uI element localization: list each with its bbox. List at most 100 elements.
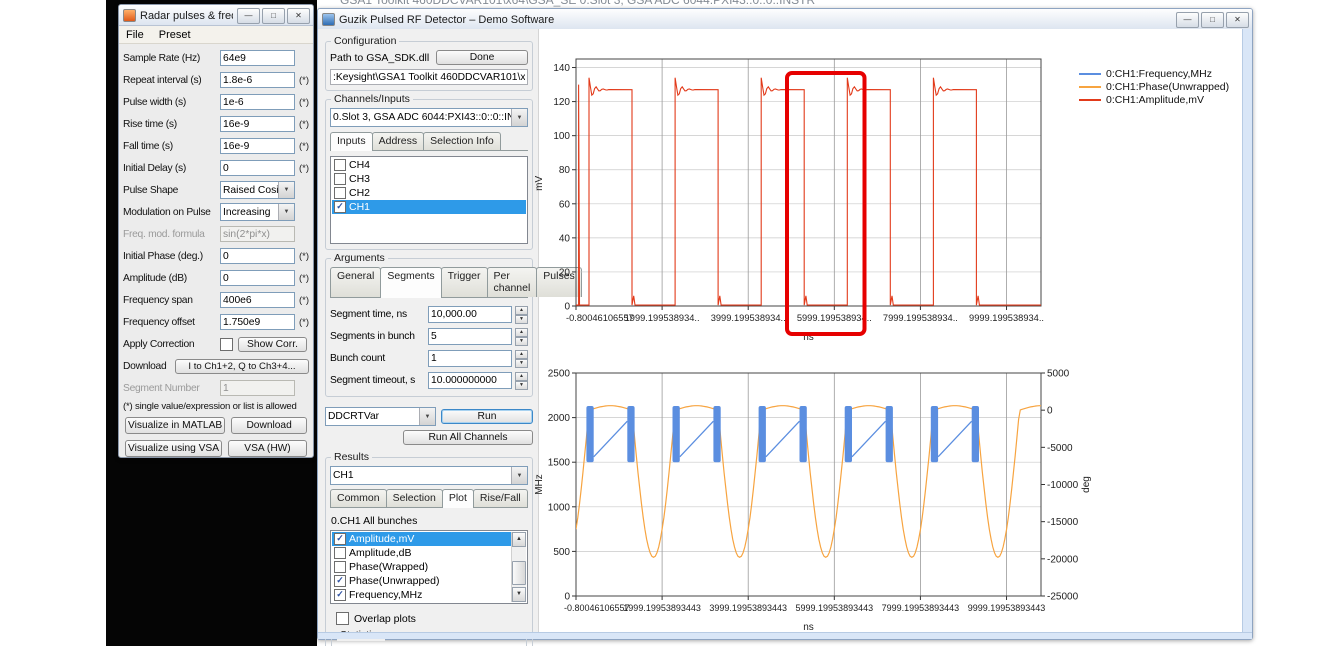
function-dropdown[interactable]: DDCRTVar ▼ [325,407,436,426]
amplitude-db-input[interactable] [220,270,295,286]
maximize-button[interactable]: □ [262,8,285,24]
plot-item-label: Phase(Wrapped) [349,561,428,573]
channel-item-ch4[interactable]: CH4 [332,158,526,172]
guzik-app-icon [322,13,335,26]
segment-number-input[interactable] [220,380,295,396]
close-icon[interactable]: ✕ [1226,12,1249,28]
channels-tab-inputs[interactable]: Inputs [330,132,373,151]
svg-text:40: 40 [559,233,571,244]
channel-item-ch2[interactable]: CH2 [332,186,526,200]
channel-checkbox-ch3[interactable] [334,173,346,185]
close-icon[interactable]: ✕ [287,8,310,24]
segment-number-row: Segment Number [119,377,313,399]
frequency-span-input[interactable] [220,292,295,308]
i-to-ch1-2-q-to-ch3-4-button[interactable]: I to Ch1+2, Q to Ch3+4... [175,359,309,374]
visualize-using-vsa-button[interactable]: Visualize using VSA [125,440,222,457]
channel-checkbox-ch1[interactable]: ✓ [334,201,346,213]
svg-text:ns: ns [803,622,814,633]
plot-checkbox-amplitude-mv[interactable]: ✓ [334,533,346,545]
initial-delay-s-input[interactable] [220,160,295,176]
top-chart-plot-area[interactable] [576,59,1041,306]
legend-entry-0-ch1-amplitude-mv: 0:CH1:Amplitude,mV [1079,93,1229,106]
plot-checkbox-phase-unwrapped[interactable]: ✓ [334,575,346,587]
fall-time-s-input[interactable] [220,138,295,154]
show-corr-button[interactable]: Show Corr. [238,337,307,352]
plot-checkbox-amplitude-db[interactable] [334,547,346,559]
pulse-width-s-input[interactable] [220,94,295,110]
results-channel-dropdown[interactable]: CH1 ▼ [330,466,528,485]
plot-item-phase-unwrapped[interactable]: ✓Phase(Unwrapped) [332,574,511,588]
segments-in-bunch-row: Segments in bunch▲▼ [330,325,528,347]
arguments-tab-trigger[interactable]: Trigger [441,267,488,297]
freq-mod-formula-label: Freq. mod. formula [123,229,220,240]
segment-timeout-s-input[interactable] [428,372,512,389]
device-dropdown[interactable]: 0.Slot 3, GSA ADC 6044:PXI43::0::0::INST… [330,108,528,127]
channels-group-label: Channels/Inputs [331,93,413,105]
results-tab-selection[interactable]: Selection [386,489,443,507]
rise-time-s-row: Rise time (s)(*) [119,113,313,135]
modulation-on-pulse-dropdown[interactable]: Increasing▼ [220,203,295,221]
arguments-tab-general[interactable]: General [330,267,381,297]
controls-panel: Configuration Path to GSA_SDK.dll Done C… [318,29,539,633]
svg-text:-15000: -15000 [1047,517,1079,528]
visualize-in-matlab-button[interactable]: Visualize in MATLAB [125,417,225,434]
bunch-count-input[interactable] [428,350,512,367]
chevron-down-icon[interactable]: ▼ [278,204,294,220]
segments-in-bunch-input[interactable] [428,328,512,345]
channels-tab-selection-info[interactable]: Selection Info [423,132,501,150]
channel-item-ch1[interactable]: ✓CH1 [332,200,526,214]
plot-item-amplitude-mv[interactable]: ✓Amplitude,mV [332,532,511,546]
segment-time-ns-input[interactable] [428,306,512,323]
plot-item-frequency-mhz[interactable]: ✓Frequency,MHz [332,588,511,602]
plot-item-amplitude-db[interactable]: Amplitude,dB [332,546,511,560]
arguments-tab-segments[interactable]: Segments [380,267,441,298]
minimize-button[interactable]: — [237,8,260,24]
radar-menubar: File Preset [119,26,313,44]
svg-text:3999.199538934..: 3999.199538934.. [711,313,786,323]
results-tab-plot[interactable]: Plot [442,489,474,508]
channels-tab-address[interactable]: Address [372,132,425,150]
sample-rate-hz-input[interactable] [220,50,295,66]
sdk-path-input[interactable] [330,69,528,85]
minimize-button[interactable]: — [1176,12,1199,28]
maximize-button[interactable]: □ [1201,12,1224,28]
channel-listbox: CH4CH3CH2✓CH1 [330,156,528,244]
channel-label: CH4 [349,159,370,171]
initial-phase-deg-input[interactable] [220,248,295,264]
channel-checkbox-ch4[interactable] [334,159,346,171]
done-button[interactable]: Done [436,50,528,65]
pulse-shape-dropdown[interactable]: Raised Cosi...▼ [220,181,295,199]
channel-item-ch3[interactable]: CH3 [332,172,526,186]
legend-label: 0:CH1:Phase(Unwrapped) [1106,81,1229,93]
chevron-down-icon[interactable]: ▼ [278,182,294,198]
apply-correction-checkbox[interactable] [220,338,233,351]
svg-text:MHz: MHz [534,474,545,495]
segment-time-ns-label: Segment time, ns [330,309,425,320]
radar-app-icon [123,9,136,22]
bottom-chart-plot-area[interactable] [576,373,1041,596]
plot-item-label: Amplitude,dB [349,547,411,559]
radar-window-titlebar[interactable]: Radar pulses & freq... — □ ✕ [119,5,313,26]
menu-preset[interactable]: Preset [159,29,191,41]
guzik-window: Guzik Pulsed RF Detector – Demo Software… [317,8,1253,640]
plot-item-phase-wrapped[interactable]: Phase(Wrapped) [332,560,511,574]
freq-mod-formula-input[interactable] [220,226,295,242]
plot-checkbox-frequency-mhz[interactable]: ✓ [334,589,346,601]
plot-checkbox-phase-wrapped[interactable] [334,561,346,573]
results-tab-common[interactable]: Common [330,489,387,507]
chevron-down-icon[interactable]: ▼ [419,408,435,425]
svg-text:20: 20 [559,267,571,278]
vsa-hw-button[interactable]: VSA (HW) [228,440,307,457]
channel-label: CH1 [349,201,370,213]
menu-file[interactable]: File [126,29,144,41]
frequency-offset-input[interactable] [220,314,295,330]
guzik-window-titlebar[interactable]: Guzik Pulsed RF Detector – Demo Software… [318,9,1252,30]
channel-checkbox-ch2[interactable] [334,187,346,199]
repeat-interval-s-input[interactable] [220,72,295,88]
modulation-on-pulse-value: Increasing [221,207,278,218]
run-all-channels-button[interactable]: Run All Channels [403,430,533,445]
frequency-offset-row: Frequency offset(*) [119,311,313,333]
rise-time-s-input[interactable] [220,116,295,132]
download-button[interactable]: Download [231,417,307,434]
overlap-plots-checkbox[interactable] [336,612,349,625]
